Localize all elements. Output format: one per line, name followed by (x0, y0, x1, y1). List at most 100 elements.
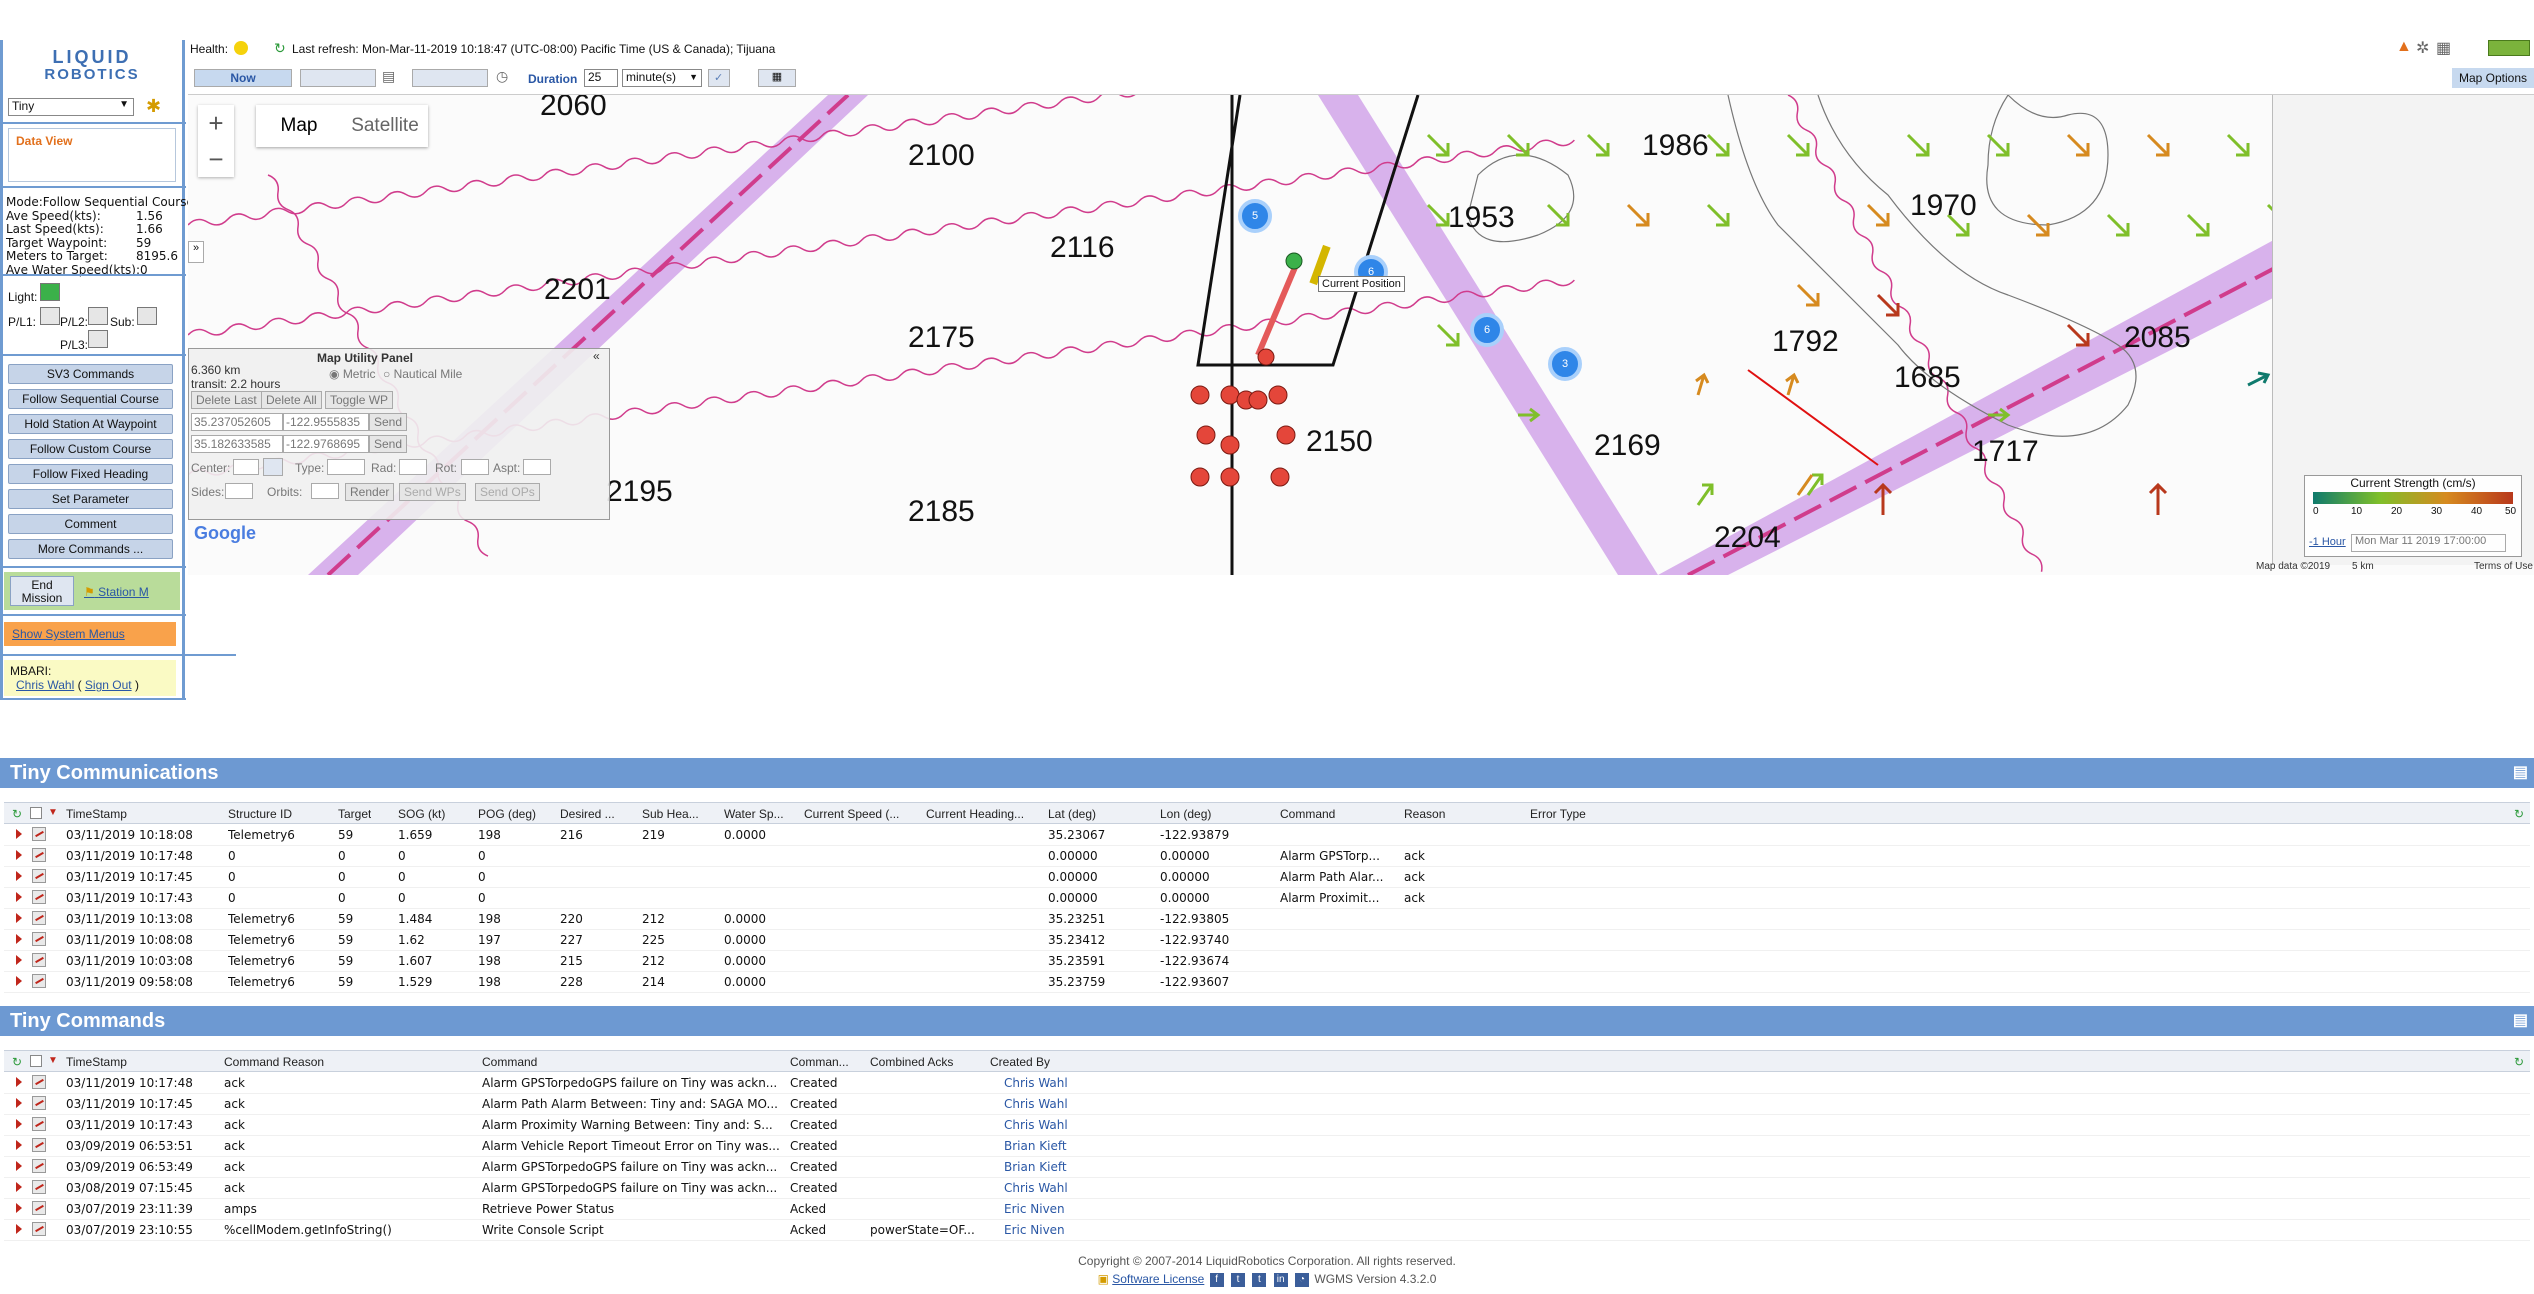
chart-icon[interactable] (32, 1075, 46, 1089)
column-header[interactable]: Error Type (1530, 807, 1586, 821)
apply-button[interactable]: ✓ (708, 69, 730, 87)
expand-row-icon[interactable] (16, 829, 22, 839)
sub-status-icon[interactable] (137, 307, 157, 325)
zoom-out-button[interactable]: − (198, 141, 234, 177)
expand-row-icon[interactable] (16, 892, 22, 902)
longitude-input[interactable]: -122.9768695 (283, 435, 369, 453)
light-status-icon[interactable] (40, 283, 60, 301)
table-row[interactable]: 03/11/2019 10:17:43 0 0 0 0 0.00000 0.00000 Ala… (4, 887, 2530, 909)
chart-icon[interactable] (32, 953, 46, 967)
table-cell[interactable]: Eric Niven (990, 1223, 1065, 1237)
vehicle-cluster-marker[interactable]: 5 (1238, 199, 1272, 233)
expand-row-icon[interactable] (16, 871, 22, 881)
select-all-checkbox[interactable] (30, 807, 42, 819)
software-license-link[interactable]: Software License (1112, 1272, 1204, 1286)
pin-icon[interactable]: ✱ (146, 96, 161, 117)
map-view[interactable]: 2060 2100 2116 2201 2175 2195 2185 2150 … (188, 94, 2534, 575)
column-header[interactable]: Lat (deg) (1048, 807, 1096, 821)
facebook-icon[interactable]: f (1209, 1272, 1224, 1287)
chart-icon[interactable] (32, 890, 46, 904)
chart-icon[interactable] (32, 1138, 46, 1152)
comment-button[interactable]: Comment (8, 514, 173, 534)
pl2-status-icon[interactable] (88, 307, 108, 325)
user-link[interactable]: Chris Wahl (16, 678, 74, 692)
vehicle-cluster-marker[interactable]: 6 (1470, 313, 1504, 347)
pl1-status-icon[interactable] (40, 307, 60, 325)
table-row[interactable]: 03/07/2019 23:10:55 %cellModem.getInfoStr… (4, 1219, 2530, 1241)
aspt-input[interactable] (523, 459, 551, 475)
pl3-status-icon[interactable] (88, 330, 108, 348)
table-row[interactable]: 03/11/2019 10:08:08 Telemetry6 59 1.62 197 22… (4, 929, 2530, 951)
column-header[interactable]: Desired ... (560, 807, 615, 821)
show-system-menus-link[interactable]: Show System Menus (4, 622, 176, 646)
send-button[interactable]: Send (369, 435, 408, 453)
vehicle-position-icon[interactable] (1285, 252, 1303, 270)
table-row[interactable]: 03/09/2019 06:53:51 ack Alarm Vehicle Repo… (4, 1135, 2530, 1157)
table-row[interactable]: 03/11/2019 10:17:45 ack Alarm Path Alarm B… (4, 1093, 2530, 1115)
table-row[interactable]: 03/11/2019 10:17:45 0 0 0 0 0.00000 0.00000 Ala… (4, 866, 2530, 888)
tab-satellite[interactable]: Satellite (342, 105, 428, 147)
expand-row-icon[interactable] (16, 1140, 22, 1150)
refresh-icon[interactable]: ↻ (2514, 807, 2524, 821)
toggle-wp-button[interactable]: Toggle WP (325, 391, 394, 409)
tumblr-icon[interactable]: t (1252, 1272, 1267, 1287)
column-header[interactable]: Command Reason (224, 1055, 324, 1069)
sort-desc-icon[interactable]: ▼ (48, 1055, 58, 1066)
column-header[interactable]: Lon (deg) (1160, 807, 1211, 821)
column-header[interactable]: TimeStamp (66, 807, 127, 821)
expand-row-icon[interactable] (16, 913, 22, 923)
chart-icon[interactable] (32, 932, 46, 946)
expand-row-icon[interactable] (16, 1077, 22, 1087)
map-options-button[interactable]: Map Options (2452, 68, 2534, 88)
expand-row-icon[interactable] (16, 1098, 22, 1108)
clock-icon[interactable]: ◷ (496, 68, 508, 85)
table-cell[interactable]: Brian Kieft (990, 1139, 1067, 1153)
chart-icon[interactable] (32, 974, 46, 988)
more-commands-button[interactable]: More Commands ... (8, 539, 173, 559)
layout-toggle-button[interactable]: ▦ (758, 69, 796, 87)
terms-of-use-link[interactable]: Terms of Use (2474, 561, 2533, 572)
column-header[interactable]: Combined Acks (870, 1055, 953, 1069)
table-row[interactable]: 03/11/2019 10:17:48 ack Alarm GPSTorpedoGP… (4, 1072, 2530, 1094)
vehicle-cluster-marker[interactable]: 3 (1548, 347, 1582, 381)
send-ops-button[interactable]: Send OPs (475, 483, 540, 501)
calendar-icon[interactable]: ▤ (382, 68, 395, 85)
rot-input[interactable] (461, 459, 489, 475)
chart-icon[interactable] (32, 1159, 46, 1173)
follow-custom-course-button[interactable]: Follow Custom Course (8, 439, 173, 459)
table-cell[interactable]: Chris Wahl (990, 1076, 1068, 1090)
end-time-field[interactable] (412, 69, 488, 87)
expand-row-icon[interactable] (16, 1161, 22, 1171)
latitude-input[interactable]: 35.182633585 (191, 435, 283, 453)
chart-icon[interactable] (32, 869, 46, 883)
column-header[interactable]: Reason (1404, 807, 1445, 821)
tab-map[interactable]: Map (256, 105, 342, 147)
render-button[interactable]: Render (345, 483, 395, 501)
metric-radio[interactable]: ◉ Metric (329, 367, 375, 381)
chart-icon[interactable] (32, 1180, 46, 1194)
sides-input[interactable] (225, 483, 253, 499)
column-header[interactable]: Command (1280, 807, 1335, 821)
start-time-field[interactable] (300, 69, 376, 87)
set-parameter-button[interactable]: Set Parameter (8, 489, 173, 509)
table-cell[interactable]: Brian Kieft (990, 1160, 1067, 1174)
table-row[interactable]: 03/09/2019 06:53:49 ack Alarm GPSTorpedoGP… (4, 1156, 2530, 1178)
expand-row-icon[interactable] (16, 934, 22, 944)
sign-out-link[interactable]: Sign Out (85, 678, 132, 692)
type-select[interactable] (327, 459, 365, 475)
table-cell[interactable]: Chris Wahl (990, 1118, 1068, 1132)
sv3-commands-button[interactable]: SV3 Commands (8, 364, 173, 384)
delete-last-button[interactable]: Delete Last (191, 391, 262, 409)
rss-icon[interactable]: ◔ (1295, 1272, 1310, 1287)
center-input[interactable] (233, 459, 259, 475)
end-mission-button[interactable]: End Mission (10, 576, 74, 606)
expand-row-icon[interactable] (16, 1203, 22, 1213)
chart-icon[interactable] (32, 848, 46, 862)
longitude-input[interactable]: -122.9555835 (283, 413, 369, 431)
send-button[interactable]: Send (369, 413, 408, 431)
column-header[interactable]: Sub Hea... (642, 807, 699, 821)
table-icon[interactable]: ▦ (2436, 38, 2451, 58)
table-row[interactable]: 03/11/2019 10:17:48 0 0 0 0 0.00000 0.00000 Ala… (4, 845, 2530, 867)
column-header[interactable]: Current Heading... (926, 807, 1024, 821)
table-row[interactable]: 03/07/2019 23:11:39 amps Retrieve Power St… (4, 1198, 2530, 1220)
